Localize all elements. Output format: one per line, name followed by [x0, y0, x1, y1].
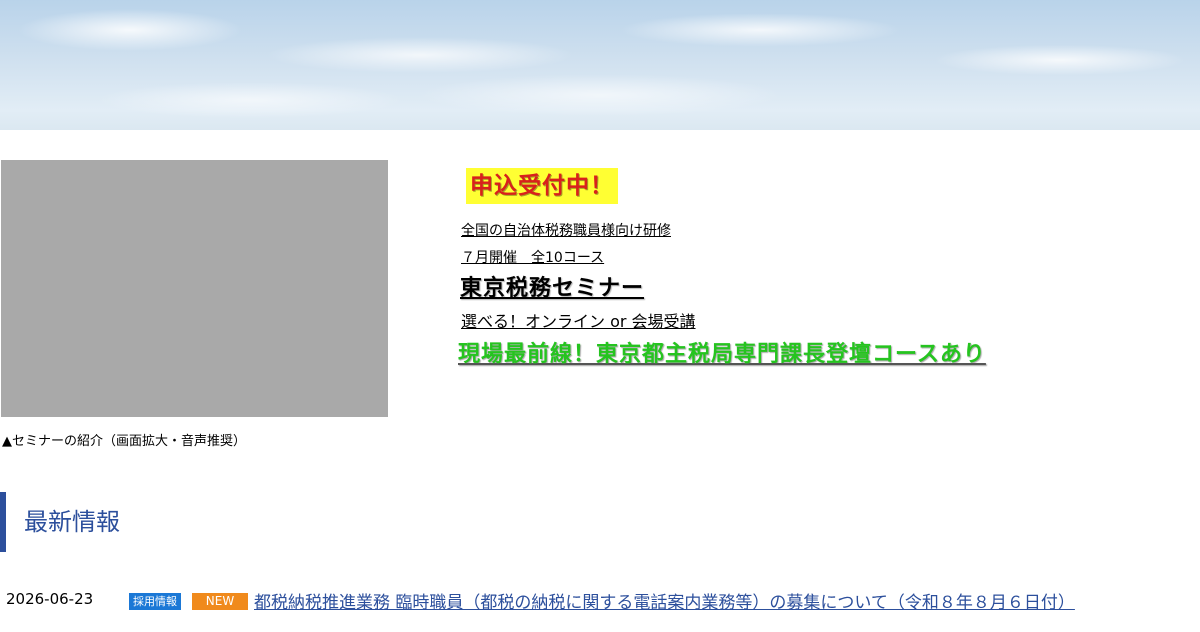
- promo-schedule-text[interactable]: ７月開催 全10コース: [461, 247, 604, 267]
- news-section-heading: 最新情報: [0, 492, 120, 552]
- news-new-badge: NEW: [192, 593, 248, 610]
- news-list-item: 2026-06-23 採用情報 NEW 都税納税推進業務 臨時職員（都税の納税に…: [0, 588, 1200, 613]
- seminar-video-player[interactable]: [1, 160, 388, 417]
- application-open-badge[interactable]: 申込受付中！: [466, 168, 618, 204]
- hero-sky-banner: [0, 0, 1200, 130]
- news-category-tag: 採用情報: [129, 593, 181, 610]
- promo-title[interactable]: 東京税務セミナー: [460, 270, 644, 302]
- video-caption: ▲セミナーの紹介（画面拡大・音声推奨）: [2, 434, 246, 449]
- promo-target-text[interactable]: 全国の自治体税務職員様向け研修: [461, 220, 671, 240]
- news-title-link[interactable]: 都税納税推進業務 臨時職員（都税の納税に関する電話案内業務等）の募集について（令…: [254, 588, 1075, 613]
- promo-format-text[interactable]: 選べる！オンライン or 会場受講: [461, 308, 696, 332]
- news-date: 2026-06-23: [6, 590, 94, 608]
- promo-highlight-text[interactable]: 現場最前線！東京都主税局専門課長登壇コースあり: [458, 336, 986, 368]
